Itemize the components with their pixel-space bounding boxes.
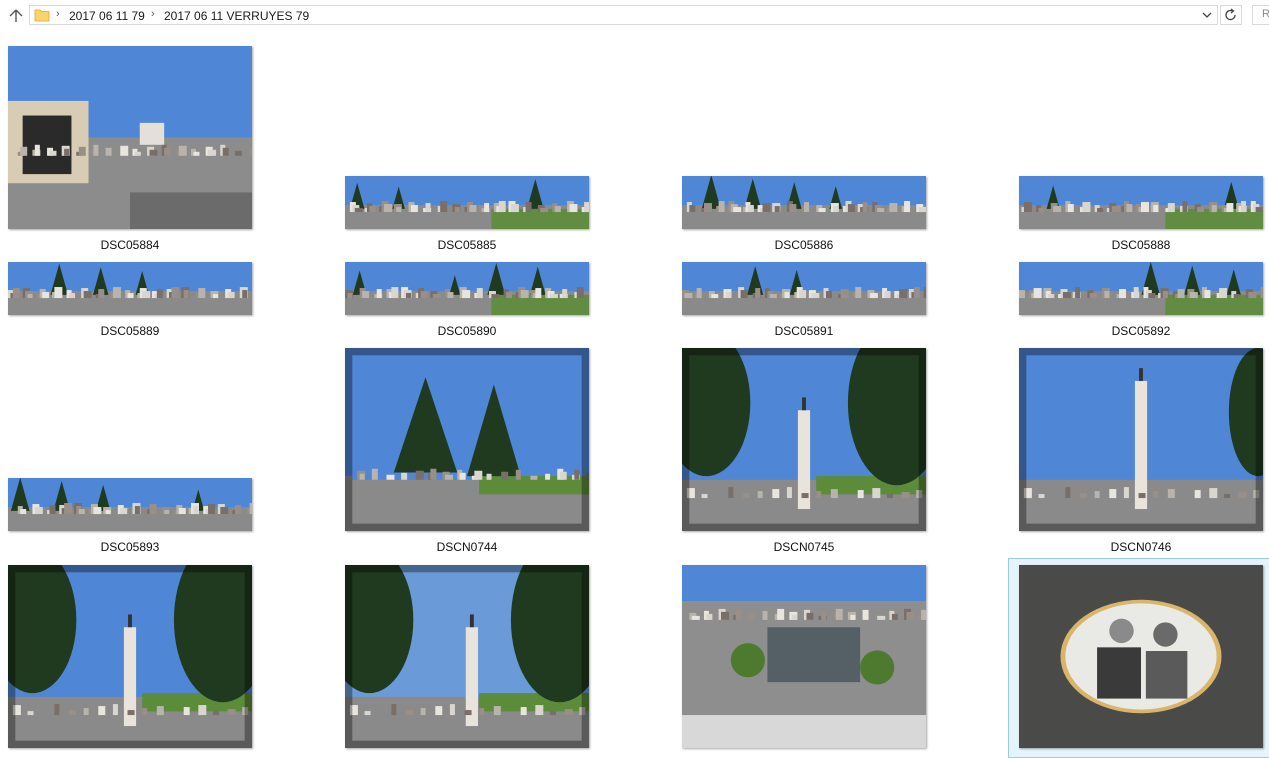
address-bar[interactable]: › 2017 06 11 79 › 2017 06 11 VERRUYES 79 xyxy=(29,5,1218,25)
file-name-label: DSCN0746 xyxy=(1110,540,1172,554)
photo-thumbnail[interactable] xyxy=(8,262,252,315)
photo-thumbnail[interactable] xyxy=(682,348,926,531)
photo-thumbnail[interactable] xyxy=(1019,176,1263,229)
chevron-down-icon[interactable] xyxy=(1199,7,1215,23)
address-toolbar: › 2017 06 11 79 › 2017 06 11 VERRUYES 79… xyxy=(0,0,1269,31)
search-input[interactable]: R xyxy=(1252,5,1269,25)
file-name-label: DSC05893 xyxy=(100,540,160,554)
photo-thumbnail[interactable] xyxy=(345,176,589,229)
refresh-button[interactable] xyxy=(1220,5,1242,25)
breadcrumb-item[interactable]: 2017 06 11 VERRUYES 79 xyxy=(164,9,309,23)
photo-thumbnail[interactable] xyxy=(1019,348,1263,531)
photo-thumbnail[interactable] xyxy=(345,262,589,315)
file-name-label: DSC05889 xyxy=(100,324,160,338)
file-name-label: DSCN0745 xyxy=(773,540,835,554)
photo-thumbnail[interactable] xyxy=(1019,565,1263,748)
file-name-label: DSC05891 xyxy=(774,324,834,338)
file-name-label: DSCN0744 xyxy=(436,540,498,554)
photo-thumbnail[interactable] xyxy=(345,348,589,531)
photo-thumbnail[interactable] xyxy=(682,262,926,315)
file-name-label: DSC05892 xyxy=(1111,324,1171,338)
refresh-icon xyxy=(1225,8,1236,21)
up-arrow-icon[interactable] xyxy=(6,6,26,26)
file-name-label: DSC05888 xyxy=(1111,238,1171,252)
photo-thumbnail[interactable] xyxy=(682,565,926,748)
photo-thumbnail[interactable] xyxy=(1019,262,1263,315)
file-name-label: DSC05884 xyxy=(100,238,160,252)
file-name-label: DSC05890 xyxy=(437,324,497,338)
photo-thumbnail[interactable] xyxy=(8,565,252,748)
photo-thumbnail[interactable] xyxy=(8,478,252,531)
breadcrumb-item[interactable]: 2017 06 11 79 xyxy=(69,9,145,23)
photo-thumbnail[interactable] xyxy=(345,565,589,748)
photo-thumbnail[interactable] xyxy=(8,46,252,229)
folder-icon xyxy=(34,8,50,22)
chevron-right-icon[interactable]: › xyxy=(56,8,60,20)
file-name-label: DSC05885 xyxy=(437,238,497,252)
photo-thumbnail[interactable] xyxy=(682,176,926,229)
chevron-right-icon[interactable]: › xyxy=(151,8,155,20)
file-name-label: DSC05886 xyxy=(774,238,834,252)
